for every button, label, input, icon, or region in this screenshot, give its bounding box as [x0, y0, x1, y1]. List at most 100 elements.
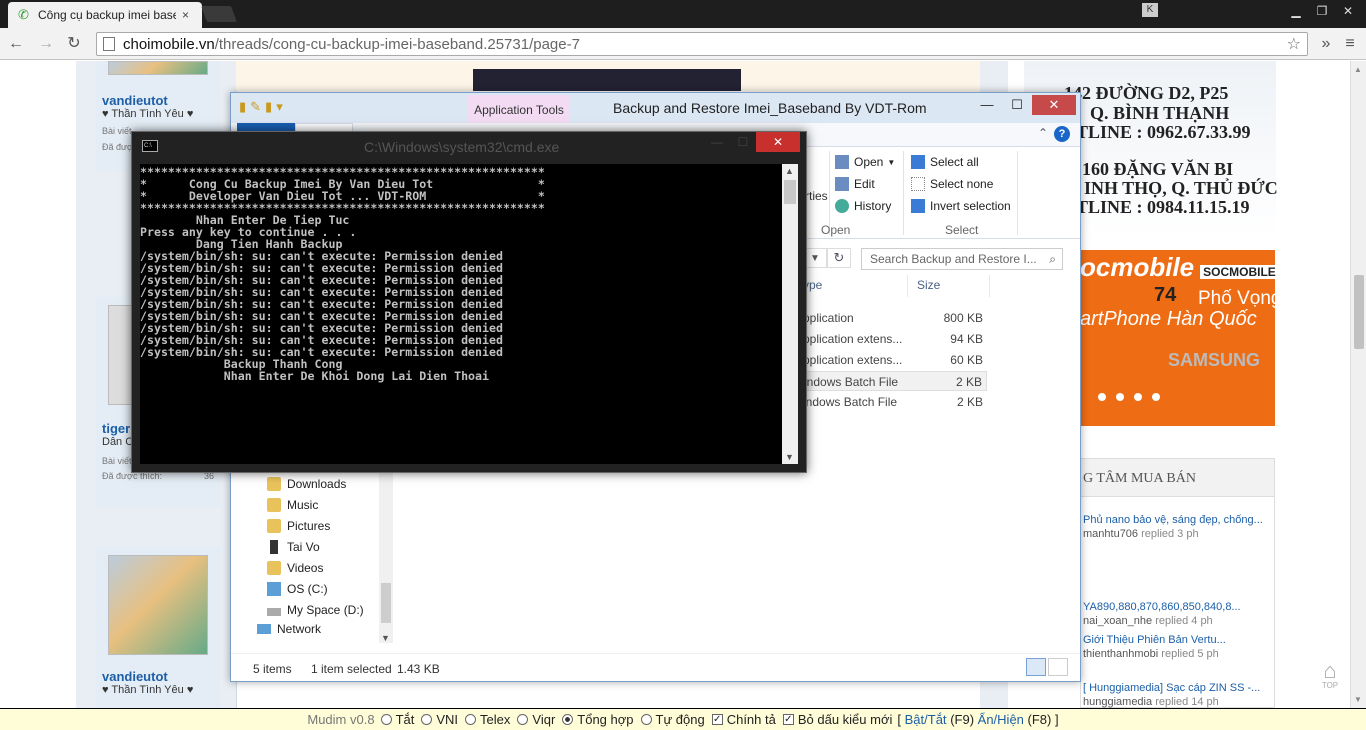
status-bar: 5 items 1 item selected 1.43 KB [231, 653, 1080, 681]
application-tools-tab[interactable]: Application Tools [468, 95, 570, 123]
mode-telex-radio[interactable] [465, 714, 477, 725]
item-user[interactable]: thienthanhmobi [1083, 648, 1158, 660]
mode-vni-radio[interactable] [421, 714, 433, 725]
cmd-scroll-down-icon[interactable]: ▼ [785, 452, 794, 462]
item-title[interactable]: Phủ nano bảo vệ, sáng đẹp, chống... [1083, 513, 1273, 527]
mode-mixed-radio[interactable] [562, 714, 574, 725]
spell-check-checkbox[interactable]: ✓ [711, 714, 723, 725]
invert-selection-button[interactable]: Invert selection [911, 199, 1011, 213]
console-output[interactable]: ****************************************… [140, 164, 782, 464]
toggle-link[interactable]: Bật/Tắt [905, 712, 947, 727]
item-title[interactable]: Giới Thiệu Phiên Bản Vertu... [1083, 633, 1273, 647]
scroll-down-icon[interactable]: ▼ [1354, 695, 1362, 704]
mode-viqr-radio[interactable] [517, 714, 529, 725]
page-scrollbar[interactable]: ▲ ▼ [1350, 61, 1366, 708]
properties-button-fragment[interactable]: rties [805, 189, 828, 203]
nav-item-my-space-d[interactable]: My Space (D:) [267, 603, 364, 617]
tab-close-icon[interactable]: × [182, 8, 189, 22]
list-item[interactable]: Giới Thiệu Phiên Bản Vertu... thienthanh… [1083, 633, 1273, 661]
author-name[interactable]: vandieutot [96, 669, 220, 684]
history-button[interactable]: History [835, 199, 891, 213]
cmd-window[interactable]: C:\ C:\Windows\system32\cmd.exe — ☐ ✕ **… [131, 131, 807, 473]
avatar[interactable] [108, 555, 208, 655]
close-icon[interactable]: ✕ [1032, 95, 1076, 115]
restore-window-icon[interactable]: ❐ [1310, 3, 1334, 19]
item-user[interactable]: hunggiamedia [1083, 696, 1152, 708]
details-view-icon[interactable] [1026, 658, 1046, 676]
embedded-screenshot-image[interactable] [473, 69, 741, 91]
scroll-up-icon[interactable]: ▲ [1354, 65, 1362, 74]
new-tab-button[interactable] [201, 6, 237, 22]
nav-item-network[interactable]: Network [257, 624, 321, 634]
list-item[interactable]: [ Hunggiamedia] Sạc cáp ZIN SS -... hung… [1083, 681, 1273, 709]
post-author-card: vandieutot ♥ Thần Tình Yêu ♥ [96, 547, 220, 708]
cmd-scrollbar[interactable]: ▲ ▼ [782, 164, 798, 464]
cmd-close-icon[interactable]: ✕ [756, 132, 800, 152]
minimize-icon[interactable]: — [972, 95, 1002, 115]
file-row[interactable]: pplication extens... 60 KB [791, 350, 987, 370]
nav-item-pictures[interactable]: Pictures [267, 519, 330, 533]
select-none-button[interactable]: Select none [911, 177, 993, 191]
address-bar[interactable]: choimobile.vn/threads/cong-cu-backup-ime… [96, 32, 1308, 56]
extensions-chevron-icon[interactable]: » [1316, 34, 1336, 54]
column-header-size[interactable]: Size [917, 278, 940, 292]
file-row[interactable]: indows Batch File 2 KB [791, 392, 987, 412]
cmd-scroll-up-icon[interactable]: ▲ [785, 166, 794, 176]
nav-item-videos[interactable]: Videos [267, 561, 323, 575]
search-icon: ⌕ [1049, 252, 1056, 266]
explorer-titlebar[interactable]: ▮✎▮▾ Application Tools Backup and Restor… [231, 93, 1080, 123]
large-icons-view-icon[interactable] [1048, 658, 1068, 676]
maximize-icon[interactable]: ☐ [1002, 95, 1032, 115]
nav-scroll-thumb[interactable] [381, 583, 391, 623]
edit-button[interactable]: Edit [835, 177, 875, 191]
cmd-maximize-icon[interactable]: ☐ [730, 132, 756, 152]
show-hide-link[interactable]: Ẩn/Hiện [978, 712, 1024, 727]
nav-item-music[interactable]: Music [267, 498, 318, 512]
cmd-minimize-icon[interactable]: — [704, 132, 730, 152]
file-row-selected[interactable]: indows Batch File 2 KB [791, 371, 987, 391]
avatar[interactable] [108, 61, 208, 75]
item-user[interactable]: nai_xoan_nhe [1083, 615, 1152, 627]
quick-access-folder-icon[interactable]: ▮✎▮▾ [239, 99, 287, 115]
open-button[interactable]: Open ▼ [835, 155, 895, 169]
new-accent-checkbox[interactable]: ✓ [782, 714, 794, 725]
minimize-window-icon[interactable]: ▁ [1284, 3, 1308, 19]
browser-tab[interactable]: ✆ Công cụ backup imei base × [8, 2, 202, 28]
column-divider[interactable] [989, 275, 990, 297]
collapse-ribbon-icon[interactable]: ⌃ [1038, 126, 1048, 140]
extension-k-button[interactable]: K [1142, 3, 1158, 17]
nav-item-tai-vo[interactable]: Tai Vo [267, 540, 320, 554]
select-all-button[interactable]: Select all [911, 155, 979, 169]
nav-scroll-down-icon[interactable]: ▼ [381, 633, 390, 643]
item-title[interactable]: YA890,880,870,860,850,840,8... [1083, 600, 1273, 614]
menu-icon[interactable]: ≡ [1340, 34, 1360, 54]
item-title[interactable]: [ Hunggiamedia] Sạc cáp ZIN SS -... [1083, 681, 1273, 695]
refresh-icon[interactable]: ↻ [827, 248, 851, 268]
help-icon[interactable]: ? [1054, 126, 1070, 142]
pictures-folder-icon [267, 519, 281, 533]
back-arrow-icon[interactable]: ← [6, 34, 26, 54]
list-item[interactable]: YA890,880,870,860,850,840,8... nai_xoan_… [1083, 600, 1273, 628]
file-row[interactable]: pplication 800 KB [791, 308, 987, 328]
scroll-to-top-button[interactable]: ⌂ TOP [1314, 660, 1346, 697]
nav-item-os-c[interactable]: OS (C:) [267, 582, 328, 596]
cmd-titlebar[interactable]: C:\ C:\Windows\system32\cmd.exe — ☐ ✕ [132, 132, 806, 162]
cmd-scroll-thumb[interactable] [784, 180, 796, 204]
browser-toolbar: ← → ↻ choimobile.vn/threads/cong-cu-back… [0, 28, 1366, 60]
search-input[interactable]: Search Backup and Restore I... ⌕ [861, 248, 1063, 270]
item-user[interactable]: manhtu706 [1083, 528, 1138, 540]
scrollbar-thumb[interactable] [1354, 275, 1364, 349]
list-item[interactable]: Phủ nano bảo vệ, sáng đẹp, chống... manh… [1083, 513, 1273, 541]
file-row[interactable]: pplication extens... 94 KB [791, 329, 987, 349]
nav-item-downloads[interactable]: Downloads [267, 477, 346, 491]
bookmark-star-icon[interactable]: ☆ [1287, 34, 1301, 54]
mode-auto-radio[interactable] [640, 714, 652, 725]
forward-arrow-icon[interactable]: → [36, 34, 56, 54]
socmobile-banner[interactable]: ocmobile SOCMOBILE 74 Phố Vọng artPhone H… [1080, 250, 1281, 426]
author-name[interactable]: vandieutot [96, 93, 220, 108]
column-divider[interactable] [907, 275, 908, 297]
close-window-icon[interactable]: ✕ [1336, 3, 1360, 19]
reload-icon[interactable]: ↻ [64, 34, 84, 54]
mode-off-radio[interactable] [380, 714, 392, 725]
ad-line: TLINE : 0962.67.33.99 [1076, 122, 1251, 142]
